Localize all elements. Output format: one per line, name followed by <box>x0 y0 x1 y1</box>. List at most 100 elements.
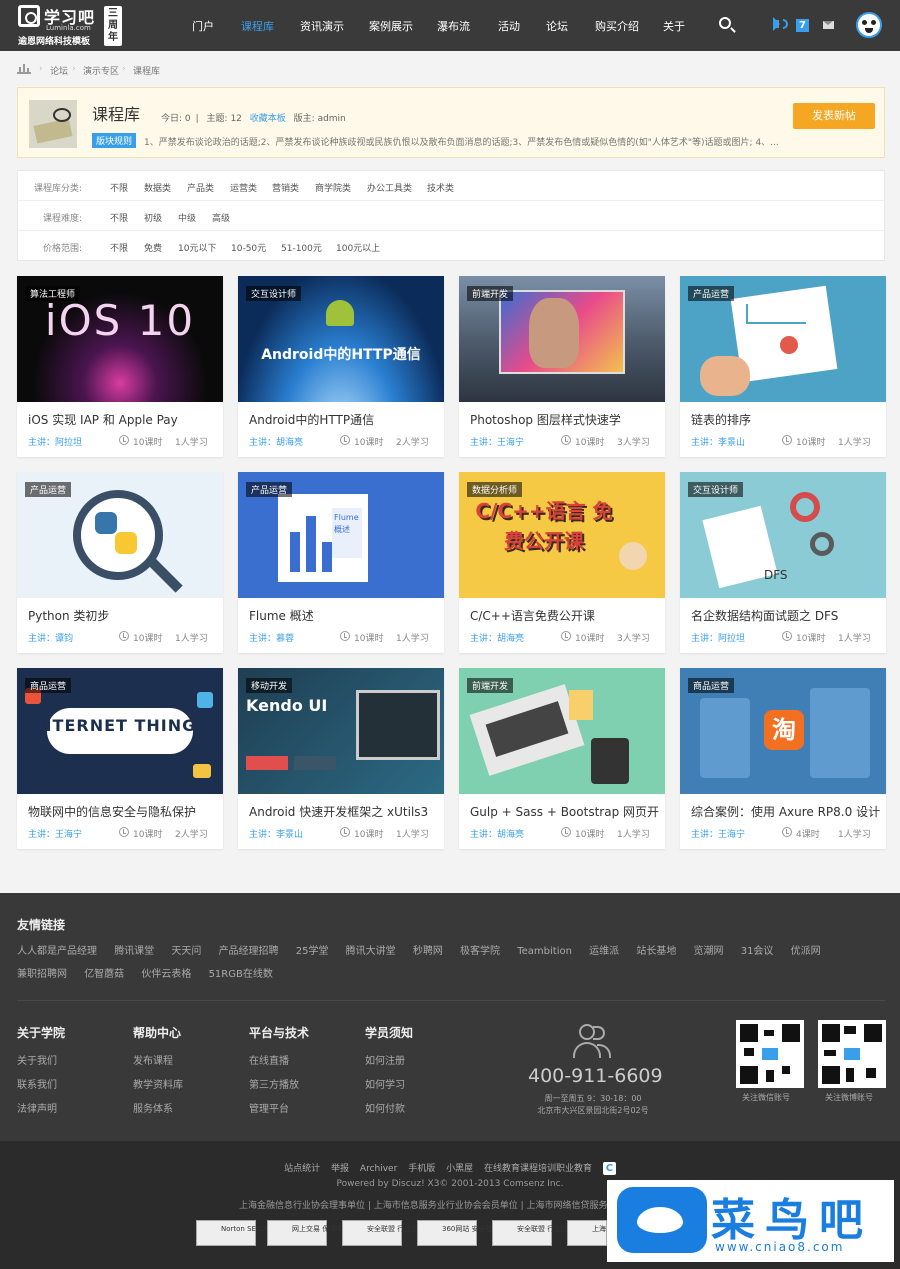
course-title[interactable]: Gulp + Sass + Bootstrap 网页开 <box>470 803 660 820</box>
course-title[interactable]: Flume 概述 <box>249 607 439 624</box>
security-alliance-seal-2[interactable]: 安全联盟 行业验证 <box>492 1220 575 1246</box>
filter-option[interactable]: 产品类 <box>187 181 214 194</box>
course-teacher[interactable]: 主讲：胡海亮 <box>249 435 303 448</box>
filter-option[interactable]: 100元以上 <box>336 241 380 254</box>
filter-option[interactable]: 数据类 <box>144 181 171 194</box>
filter-option[interactable]: 运营类 <box>230 181 257 194</box>
footer-link[interactable]: 如何学习 <box>365 1076 413 1091</box>
nav-events[interactable]: 活动 <box>498 18 520 34</box>
shanghai-seal[interactable]: 上海 违法 <box>567 1220 622 1246</box>
course-title[interactable]: 名企数据结构面试题之 DFS <box>691 607 881 624</box>
course-title[interactable]: C/C++语言免费公开课 <box>470 607 660 624</box>
footer-link[interactable]: 管理平台 <box>249 1100 309 1115</box>
friend-link[interactable]: 51RGB在线数 <box>209 969 273 980</box>
course-teacher[interactable]: 主讲：王海宁 <box>470 435 524 448</box>
friend-link[interactable]: 览潮网 <box>694 946 724 957</box>
filter-option[interactable]: 不限 <box>110 181 128 194</box>
speaker-icon[interactable] <box>773 20 779 28</box>
user-avatar[interactable] <box>856 12 882 38</box>
course-card[interactable]: 前端开发 Photoshop 图层样式快速学 主讲：王海宁 10课时 3人学习 <box>459 276 665 457</box>
friend-link[interactable]: 31会议 <box>741 946 774 957</box>
filter-option[interactable]: 技术类 <box>427 181 454 194</box>
new-post-button[interactable]: 发表新帖 <box>793 103 875 129</box>
course-card[interactable]: 前端开发 Gulp + Sass + Bootstrap 网页开 主讲：胡海亮 … <box>459 668 665 849</box>
friend-link[interactable]: 兼职招聘网 <box>17 969 67 980</box>
nav-forum[interactable]: 论坛 <box>546 18 568 34</box>
friend-link[interactable]: Teambition <box>517 946 572 957</box>
course-card[interactable]: 淘 商品运营 综合案例：使用 Axure RP8.0 设计 主讲：王海宁 4课时… <box>680 668 886 849</box>
course-teacher[interactable]: 主讲：胡海亮 <box>470 631 524 644</box>
course-title[interactable]: Photoshop 图层样式快速学 <box>470 411 660 428</box>
footer-link[interactable]: 第三方播放 <box>249 1076 309 1091</box>
course-title[interactable]: 综合案例：使用 Axure RP8.0 设计 <box>691 803 881 820</box>
filter-option[interactable]: 营销类 <box>272 181 299 194</box>
course-teacher[interactable]: 主讲：阿拉坦 <box>28 435 82 448</box>
filter-option[interactable]: 不限 <box>110 241 128 254</box>
course-title[interactable]: 链表的排序 <box>691 411 881 428</box>
friend-link[interactable]: 人人都是产品经理 <box>17 946 97 957</box>
security-alliance-seal[interactable]: 安全联盟 行业验证 <box>342 1220 425 1246</box>
friend-link[interactable]: 极客学院 <box>460 946 500 957</box>
nav-news-demo[interactable]: 资讯演示 <box>300 18 344 34</box>
course-teacher[interactable]: 主讲：李景山 <box>691 435 745 448</box>
course-teacher[interactable]: 主讲：谭钧 <box>28 631 73 644</box>
filter-option[interactable]: 10-50元 <box>231 241 266 254</box>
breadcrumb-demo-area[interactable]: 演示专区 <box>83 64 119 77</box>
friend-link[interactable]: 秒聘网 <box>413 946 443 957</box>
nav-cases[interactable]: 案例展示 <box>369 18 413 34</box>
footer-link[interactable]: 如何注册 <box>365 1052 413 1067</box>
course-teacher[interactable]: 主讲：慕蓉 <box>249 631 294 644</box>
filter-option[interactable]: 高级 <box>212 211 230 224</box>
course-teacher[interactable]: 主讲：阿拉坦 <box>691 631 745 644</box>
friend-link[interactable]: 亿智蘑菇 <box>84 969 124 980</box>
footer-link[interactable]: 联系我们 <box>17 1076 65 1091</box>
course-card[interactable]: 产品运营 Python 类初步 主讲：谭钧 10课时 1人学习 <box>17 472 223 653</box>
rules-label[interactable]: 版块规则 <box>92 133 137 148</box>
filter-option[interactable]: 中级 <box>178 211 196 224</box>
filter-option[interactable]: 办公工具类 <box>367 181 412 194</box>
nav-portal[interactable]: 门户 <box>192 18 214 34</box>
bottom-link[interactable]: Archiver <box>360 1164 397 1174</box>
course-title[interactable]: Python 类初步 <box>28 607 218 624</box>
notice-count-badge[interactable]: 7 <box>796 19 809 32</box>
friend-link[interactable]: 25学堂 <box>296 946 329 957</box>
course-card[interactable]: Flume 概述 产品运营 Flume 概述 主讲：慕蓉 10课时 1人学习 <box>238 472 444 653</box>
nav-purchase[interactable]: 购买介绍 <box>595 18 639 34</box>
filter-option[interactable]: 商学院类 <box>315 181 351 194</box>
nav-waterfall[interactable]: 瀑布流 <box>437 18 470 34</box>
friend-link[interactable]: 产品经理招聘 <box>219 946 279 957</box>
course-card[interactable]: 产品运营 链表的排序 主讲：李景山 10课时 1人学习 <box>680 276 886 457</box>
nav-course-library[interactable]: 课程库 <box>241 18 274 34</box>
norton-seal[interactable]: Norton SECURED <box>196 1220 281 1246</box>
course-title[interactable]: 物联网中的信息安全与隐私保护 <box>28 803 218 820</box>
friend-link[interactable]: 运维派 <box>589 946 619 957</box>
bottom-link[interactable]: 在线教育课程培训职业教育 <box>484 1164 592 1174</box>
course-card[interactable]: INTERNET THINGS 商品运营 物联网中的信息安全与隐私保护 主讲：王… <box>17 668 223 849</box>
friend-link[interactable]: 腾讯课堂 <box>114 946 154 957</box>
bottom-link[interactable]: 站点统计 <box>284 1164 320 1174</box>
filter-option[interactable]: 10元以下 <box>178 241 216 254</box>
course-title[interactable]: Android 快速开发框架之 xUtils3 <box>249 803 439 820</box>
breadcrumb-forum[interactable]: 论坛 <box>50 64 68 77</box>
course-teacher[interactable]: 主讲：王海宁 <box>691 827 745 840</box>
course-teacher[interactable]: 主讲：胡海亮 <box>470 827 524 840</box>
filter-option[interactable]: 51-100元 <box>281 241 322 254</box>
footer-link[interactable]: 如何付款 <box>365 1100 413 1115</box>
course-teacher[interactable]: 主讲：王海宁 <box>28 827 82 840</box>
friend-link[interactable]: 天天问 <box>171 946 201 957</box>
360-seal[interactable]: 360网站 安全检测 <box>417 1220 500 1246</box>
bottom-link[interactable]: 手机版 <box>408 1164 435 1174</box>
course-title[interactable]: iOS 实现 IAP 和 Apple Pay <box>28 411 218 428</box>
footer-link[interactable]: 在线直播 <box>249 1052 309 1067</box>
friend-link[interactable]: 伙伴云表格 <box>141 969 191 980</box>
trade-seal[interactable]: 网上交易 保障中心 <box>267 1220 350 1246</box>
chart-icon[interactable] <box>17 64 31 74</box>
stats-badge-icon[interactable]: C <box>602 1162 616 1175</box>
footer-link[interactable]: 法律声明 <box>17 1100 65 1115</box>
course-title[interactable]: Android中的HTTP通信 <box>249 411 439 428</box>
search-icon[interactable] <box>719 17 731 29</box>
course-card[interactable]: iOS 10 算法工程师 iOS 实现 IAP 和 Apple Pay 主讲：阿… <box>17 276 223 457</box>
course-card[interactable]: Kendo UI 移动开发 Android 快速开发框架之 xUtils3 主讲… <box>238 668 444 849</box>
footer-link[interactable]: 关于我们 <box>17 1052 65 1067</box>
footer-link[interactable]: 教学资料库 <box>133 1076 183 1091</box>
